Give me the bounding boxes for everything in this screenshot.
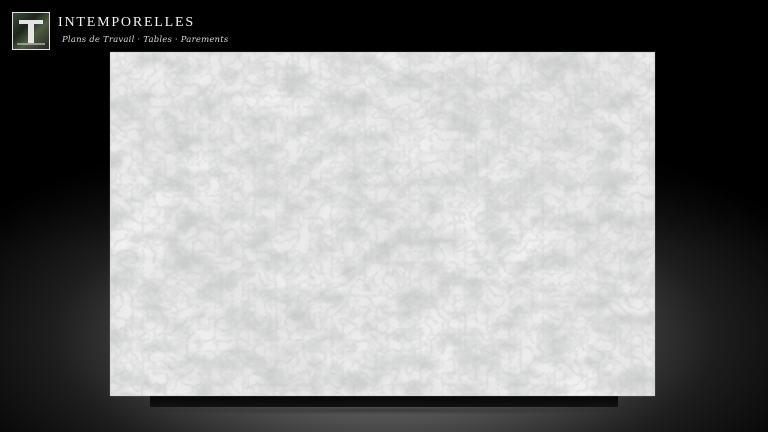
pillar-logo-icon [12,12,50,50]
brand-name: INTEMPORELLES [58,15,195,30]
quartz-texture [110,52,655,396]
quartz-slab [110,52,655,396]
slab-stand [150,395,618,407]
brand-header: INTEMPORELLES Plans de Travail · Tables … [12,12,228,50]
brand-tagline: Plans de Travail · Tables · Parements [62,35,229,45]
